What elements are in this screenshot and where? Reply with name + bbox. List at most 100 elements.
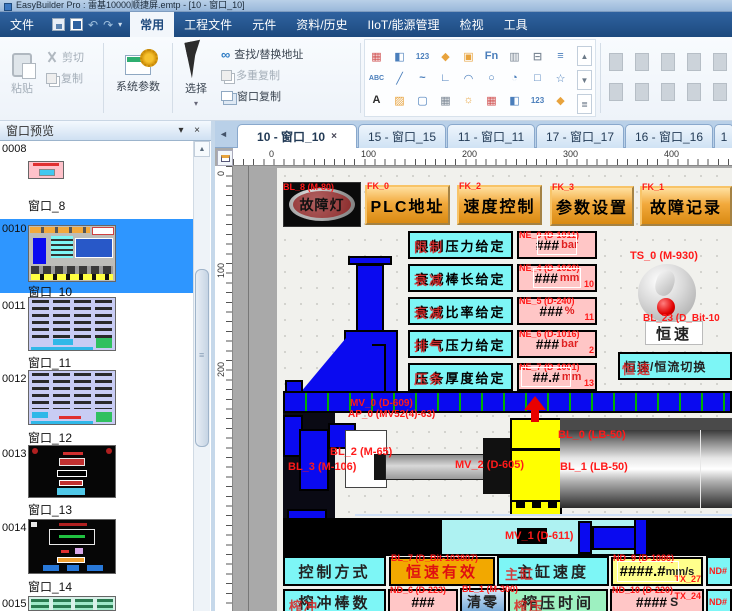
press-column[interactable] <box>356 264 384 332</box>
function-key-icon[interactable]: Fn <box>480 45 503 67</box>
option-list-icon[interactable]: ▣ <box>457 45 480 67</box>
align-top-icon[interactable] <box>687 53 701 71</box>
select-button[interactable]: 选择 ▾ <box>175 39 217 109</box>
same-width-icon[interactable] <box>661 83 675 101</box>
traffic-light-icon[interactable]: ▦ <box>365 45 388 67</box>
align-right-icon[interactable] <box>661 53 675 71</box>
tab-close-icon[interactable]: × <box>331 131 337 142</box>
stacked-icon[interactable]: ▥ <box>503 45 526 67</box>
frame-icon[interactable]: ▢ <box>411 89 434 111</box>
scrollbar-thumb[interactable] <box>195 269 209 447</box>
palette-scroll-up[interactable]: ▲ <box>577 46 592 66</box>
tag2-icon[interactable]: ◆ <box>549 89 572 111</box>
window-item-15[interactable]: 0015 <box>0 593 192 611</box>
redo-icon[interactable]: ↷ <box>103 19 113 31</box>
save-icon[interactable] <box>52 18 65 31</box>
aux-cyl-body[interactable] <box>592 526 636 550</box>
window-item-8[interactable]: 0008 窗口_8 <box>0 143 192 215</box>
same-height-icon[interactable] <box>687 83 701 101</box>
thumbnail-window-13[interactable] <box>28 445 116 498</box>
menu-project[interactable]: 工程文件 <box>174 12 242 37</box>
select-caret-icon[interactable]: ▾ <box>194 99 198 108</box>
window-item-12[interactable]: 0012 窗口_12 <box>0 370 192 444</box>
menu-file[interactable]: 文件 <box>0 12 44 37</box>
thumbnail-window-12[interactable] <box>28 370 116 425</box>
menu-data-history[interactable]: 资料/历史 <box>286 12 357 37</box>
lamp-icon[interactable]: ☼ <box>457 89 480 111</box>
menu-tool[interactable]: 工具 <box>494 12 538 37</box>
cut-button[interactable]: 剪切 <box>46 48 84 66</box>
circle-icon[interactable]: ○ <box>480 67 503 89</box>
pie-icon[interactable]: ◔ <box>503 67 526 89</box>
menu-view[interactable]: 检视 <box>450 12 494 37</box>
main-cyl-speed-label[interactable]: 主缸 主缸速度 <box>497 556 609 586</box>
tab-window-17[interactable]: 17 - 窗口_17 <box>536 124 624 148</box>
tab-scroll-left-icon[interactable]: ◄ <box>219 129 228 139</box>
speed-control-button[interactable]: 速度控制 <box>457 185 542 225</box>
mode-lamp[interactable]: 恒速 <box>645 321 703 345</box>
thumbnail-window-10[interactable] <box>28 225 116 282</box>
partial-cell-right-2[interactable]: ND# <box>706 589 732 611</box>
mode-switch-button[interactable]: 恒速 恒速/恒流切换 <box>618 352 732 380</box>
copy-button[interactable]: 复制 <box>46 69 84 87</box>
partial-cell-right-1[interactable]: ND# <box>706 556 732 586</box>
qat-caret-icon[interactable]: ▾ <box>118 20 122 29</box>
thumbnail-window-8[interactable] <box>28 161 64 179</box>
fault-record-button[interactable]: 故障记录 <box>640 186 732 226</box>
thumbnail-window-14[interactable] <box>28 519 116 574</box>
design-canvas[interactable]: 故障灯 BL_8 (M-80) PLC地址 FK_0 速度控制 FK_2 参数设… <box>233 166 732 611</box>
tab-window-15[interactable]: 15 - 窗口_15 <box>358 124 446 148</box>
setting-label-2[interactable]: 衰减 衰减棒长给定 <box>408 264 513 292</box>
find-replace-button[interactable]: ∞ 查找/替换地址 <box>221 45 359 63</box>
panel-scrollbar[interactable]: ▲ <box>193 141 210 611</box>
menu-home[interactable]: 常用 <box>130 12 174 37</box>
rectangle-icon[interactable]: □ <box>526 67 549 89</box>
window-item-14[interactable]: 0014 窗口_14 <box>0 519 192 593</box>
list-icon[interactable]: ≡ <box>549 45 572 67</box>
menu-iiot[interactable]: IIoT/能源管理 <box>358 12 450 37</box>
align-center-icon[interactable] <box>635 53 649 71</box>
window-copy-button[interactable]: 窗口复制 <box>221 87 359 105</box>
param-setting-button[interactable]: 参数设置 <box>550 186 634 226</box>
scroll-up-icon[interactable]: ▲ <box>194 141 210 157</box>
menu-object[interactable]: 元件 <box>242 12 286 37</box>
export-icon[interactable] <box>70 18 83 31</box>
same-size-icon[interactable] <box>713 83 727 101</box>
palette-more[interactable]: ≣ <box>577 94 592 114</box>
tab-window-10[interactable]: 10 - 窗口_10 × <box>237 124 357 148</box>
slider-icon[interactable]: ⊟ <box>526 45 549 67</box>
tab-window-11[interactable]: 11 - 窗口_11 <box>447 124 535 148</box>
window-item-11[interactable]: 0011 窗口_11 <box>0 297 192 369</box>
palette-scroll-down[interactable]: ▼ <box>577 70 592 90</box>
press-body[interactable] <box>344 330 398 393</box>
polyline-icon[interactable]: ∟ <box>434 67 457 89</box>
window-item-13[interactable]: 0013 窗口_13 <box>0 445 192 517</box>
text-icon[interactable]: A <box>365 89 388 111</box>
system-params-button[interactable]: 系统参数 <box>106 39 170 109</box>
picture-icon[interactable]: ▨ <box>388 89 411 111</box>
align-left-icon[interactable] <box>609 53 623 71</box>
hmi-screen[interactable]: 故障灯 BL_8 (M-80) PLC地址 FK_0 速度控制 FK_2 参数设… <box>277 168 732 611</box>
panel-caret-icon[interactable]: ▾ <box>173 125 189 136</box>
tag-icon[interactable]: ◆ <box>434 45 457 67</box>
tab-partial[interactable]: 1 <box>714 124 732 148</box>
ruler-corner-button[interactable] <box>217 150 233 166</box>
table-icon[interactable]: ▦ <box>434 89 457 111</box>
word-lamp-icon[interactable]: ◧ <box>388 45 411 67</box>
setting-label-5[interactable]: 压条 压条厚度给定 <box>408 363 513 391</box>
setting-label-1[interactable]: 限制 限制压力给定 <box>408 231 513 259</box>
traffic-light2-icon[interactable]: ▦ <box>480 89 503 111</box>
setting-label-3[interactable]: 衰减 衰减比率给定 <box>408 297 513 325</box>
window-item-10[interactable]: 0010 窗口_10 <box>0 221 192 295</box>
star-icon[interactable]: ☆ <box>549 67 572 89</box>
align-middle-icon[interactable] <box>713 53 727 71</box>
distribute-v-icon[interactable] <box>635 83 649 101</box>
setting-label-4[interactable]: 排气 排气压力给定 <box>408 330 513 358</box>
main-cyl-speed-value[interactable]: ####.# mm/s TX_27 <box>611 557 703 586</box>
thumbnail-window-15[interactable] <box>28 596 116 611</box>
word-lamp2-icon[interactable]: ◧ <box>503 89 526 111</box>
numeric2-icon[interactable]: 123 <box>526 89 549 111</box>
numeric-icon[interactable]: 123 <box>411 45 434 67</box>
setting-value-5[interactable]: ##.# mm 13 <box>517 363 597 391</box>
ascii-icon[interactable]: ABC <box>365 67 388 89</box>
